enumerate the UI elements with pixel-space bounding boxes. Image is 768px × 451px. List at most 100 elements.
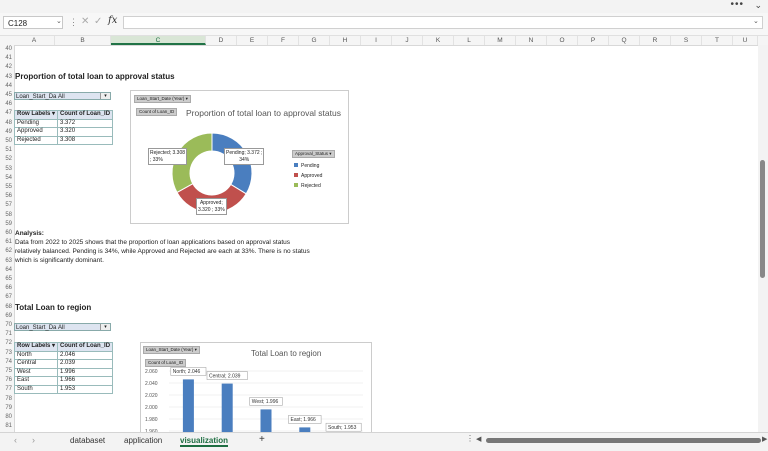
column-header-D[interactable]: D xyxy=(206,36,237,45)
row-value[interactable]: 1.966 xyxy=(57,376,114,386)
sheet-scroll-grip-icon[interactable]: ⋮ xyxy=(466,434,474,443)
formula-input[interactable] xyxy=(123,16,763,29)
row-label[interactable]: Rejected xyxy=(13,135,59,145)
row-header[interactable]: 80 xyxy=(0,413,14,422)
scroll-right-icon[interactable]: ▶ xyxy=(762,435,767,443)
row-header[interactable]: 63 xyxy=(0,256,14,266)
column-header-B[interactable]: B xyxy=(55,36,111,45)
column-header-L[interactable]: L xyxy=(454,36,485,45)
add-sheet-button[interactable]: + xyxy=(259,434,265,445)
row-label[interactable]: South xyxy=(13,384,59,394)
vertical-scroll-thumb[interactable] xyxy=(760,160,765,278)
row-header[interactable]: 66 xyxy=(0,284,14,293)
column-header-N[interactable]: N xyxy=(516,36,547,45)
row-label[interactable]: West xyxy=(13,367,59,377)
row-header[interactable]: 43 xyxy=(0,72,14,82)
row-header[interactable]: 70 xyxy=(0,321,14,330)
row-header[interactable]: 74 xyxy=(0,357,14,367)
row-label[interactable]: North xyxy=(13,350,59,360)
row-value[interactable]: 1.953 xyxy=(57,384,114,394)
column-header-S[interactable]: S xyxy=(671,36,702,45)
row-header[interactable]: 72 xyxy=(0,339,14,348)
row-header[interactable]: 49 xyxy=(0,127,14,137)
row-header[interactable]: 71 xyxy=(0,330,14,339)
row-header[interactable]: 61 xyxy=(0,238,14,247)
name-box[interactable]: C128 xyxy=(3,16,63,29)
row-header[interactable]: 69 xyxy=(0,311,14,321)
row-header[interactable]: 44 xyxy=(0,81,14,91)
dropdown-arrow-icon[interactable]: ▾ xyxy=(100,324,110,330)
horizontal-scroll-thumb[interactable] xyxy=(486,438,761,443)
legend-item[interactable]: Rejected xyxy=(294,181,322,191)
row-header[interactable]: 67 xyxy=(0,293,14,302)
column-header-P[interactable]: P xyxy=(578,36,609,45)
column-header-T[interactable]: T xyxy=(702,36,733,45)
column-header-R[interactable]: R xyxy=(640,36,671,45)
check-icon[interactable]: ✓ xyxy=(94,16,102,27)
pivot-header[interactable]: Row Labels ▾ xyxy=(13,110,59,120)
section1-filter[interactable]: Loan_Start_Da All ▾ xyxy=(14,92,111,100)
collapse-ribbon-icon[interactable]: ⌄ xyxy=(754,0,762,11)
column-header-K[interactable]: K xyxy=(423,36,454,45)
row-header[interactable]: 41 xyxy=(0,54,14,63)
next-sheet-icon[interactable]: › xyxy=(32,435,35,445)
column-header-F[interactable]: F xyxy=(268,36,299,45)
column-header-A[interactable]: A xyxy=(14,36,55,45)
row-value[interactable]: 2.039 xyxy=(57,359,114,369)
expand-formula-bar-icon[interactable]: ⌄ xyxy=(753,17,759,25)
cancel-icon[interactable]: ✕ xyxy=(81,16,89,27)
column-header-H[interactable]: H xyxy=(330,36,361,45)
legend-item[interactable]: Pending xyxy=(294,161,322,171)
chevron-down-icon[interactable]: ⌄ xyxy=(56,17,62,25)
column-header-C[interactable]: C xyxy=(111,36,206,45)
row-header[interactable]: 53 xyxy=(0,164,14,174)
row-header[interactable]: 55 xyxy=(0,183,14,192)
row-header[interactable]: 47 xyxy=(0,109,14,118)
bar-central[interactable] xyxy=(221,383,233,438)
row-value[interactable]: 1.996 xyxy=(57,367,114,377)
column-header-Q[interactable]: Q xyxy=(609,36,640,45)
row-header[interactable]: 78 xyxy=(0,394,14,404)
tab-visualization[interactable]: visualization xyxy=(180,436,229,447)
bar-north[interactable] xyxy=(182,379,194,438)
row-value[interactable]: 3.308 xyxy=(57,135,114,145)
legend-item[interactable]: Approved xyxy=(294,171,322,181)
column-header-J[interactable]: J xyxy=(392,36,423,45)
row-header[interactable]: 77 xyxy=(0,385,14,394)
column-header-G[interactable]: G xyxy=(299,36,330,45)
more-options-icon[interactable]: ••• xyxy=(730,0,744,10)
row-header[interactable]: 51 xyxy=(0,146,14,155)
row-header[interactable]: 57 xyxy=(0,201,14,210)
row-header[interactable]: 40 xyxy=(0,45,14,54)
row-header[interactable]: 50 xyxy=(0,137,14,146)
column-header-U[interactable]: U xyxy=(733,36,758,45)
row-label[interactable]: Pending xyxy=(13,118,59,128)
row-header[interactable]: 62 xyxy=(0,247,14,256)
region-chart[interactable]: Loan_Start_Date (Year) ▾ Count of Loan_I… xyxy=(140,342,372,439)
column-header-E[interactable]: E xyxy=(237,36,268,45)
row-label[interactable]: Central xyxy=(13,359,59,369)
row-header[interactable]: 73 xyxy=(0,348,14,358)
row-header[interactable]: 76 xyxy=(0,376,14,385)
row-header[interactable]: 65 xyxy=(0,275,14,284)
dropdown-arrow-icon[interactable]: ▾ xyxy=(100,93,110,99)
row-header[interactable]: 81 xyxy=(0,422,14,431)
scroll-left-icon[interactable]: ◀ xyxy=(476,435,481,443)
row-header[interactable]: 58 xyxy=(0,210,14,220)
row-header[interactable]: 52 xyxy=(0,155,14,164)
column-header-I[interactable]: I xyxy=(361,36,392,45)
row-header[interactable]: 56 xyxy=(0,192,14,201)
row-label[interactable]: Approved xyxy=(13,127,59,137)
row-header[interactable]: 79 xyxy=(0,403,14,413)
column-header-O[interactable]: O xyxy=(547,36,578,45)
insert-function-icon[interactable]: fx xyxy=(108,15,117,26)
row-header[interactable]: 48 xyxy=(0,118,14,128)
row-header[interactable]: 60 xyxy=(0,229,14,238)
row-label[interactable]: East xyxy=(13,376,59,386)
row-header[interactable]: 59 xyxy=(0,219,14,229)
pivot-header[interactable]: Row Labels ▾ xyxy=(13,342,59,352)
legend-title-chip[interactable]: Approval_Status ▾ xyxy=(292,150,335,158)
tab-databaset[interactable]: databaset xyxy=(70,436,105,445)
section2-filter[interactable]: Loan_Start_Da All ▾ xyxy=(14,323,111,331)
row-value[interactable]: 3.320 xyxy=(57,127,114,137)
